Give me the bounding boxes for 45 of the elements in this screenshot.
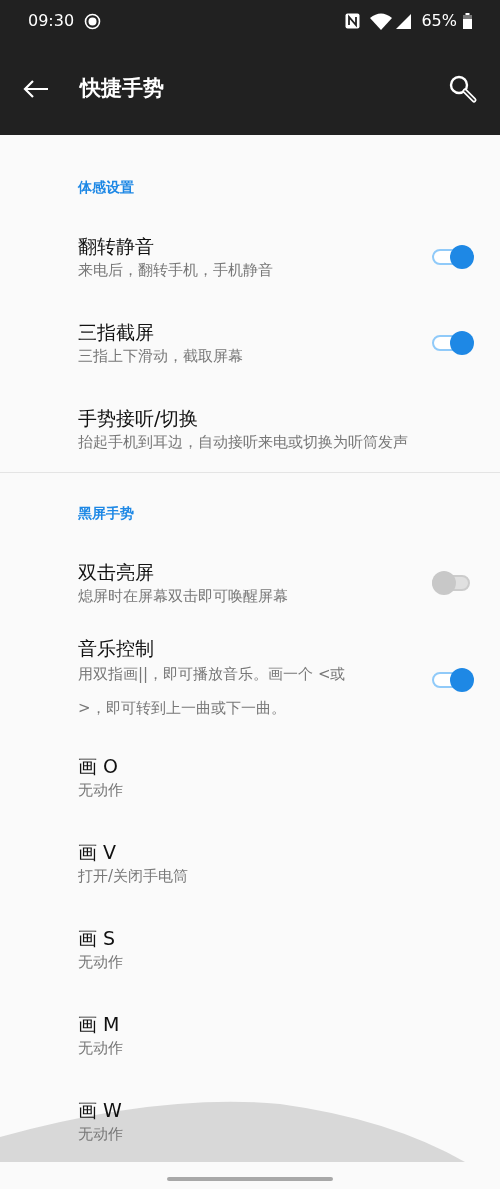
battery-percent: 65% bbox=[421, 10, 457, 32]
settings-row[interactable]: 手势接听/切换 抬起手机到耳边，自动接听来电或切换为听筒发声 bbox=[0, 386, 500, 472]
settings-row[interactable]: 三指截屏 三指上下滑动，截取屏幕 bbox=[0, 300, 500, 386]
setting-title: 画 M bbox=[78, 1012, 121, 1037]
settings-row[interactable]: 画 O 无动作 bbox=[0, 734, 500, 820]
settings-row[interactable]: 画 W 无动作 bbox=[0, 1078, 500, 1164]
setting-description: 打开/关闭手电筒 bbox=[78, 866, 190, 887]
setting-title: 画 O bbox=[78, 754, 119, 779]
settings-row[interactable]: 画 V 打开/关闭手电筒 bbox=[0, 820, 500, 906]
setting-description: 无动作 bbox=[78, 780, 124, 801]
setting-description: 抬起手机到耳边，自动接听来电或切换为听筒发声 bbox=[78, 432, 409, 453]
setting-description: 熄屏时在屏幕双击即可唤醒屏幕 bbox=[78, 586, 289, 607]
setting-title: 手势接听/切换 bbox=[78, 406, 200, 431]
toggle-switch[interactable] bbox=[432, 244, 474, 270]
setting-description: 无动作 bbox=[78, 952, 124, 973]
settings-row[interactable]: 音乐控制 用双指画||，即可播放音乐。画一个 <或 >，即可转到上一曲或下一曲。 bbox=[0, 626, 500, 734]
screen-title: 快捷手势 bbox=[80, 74, 164, 102]
wifi-icon bbox=[370, 12, 393, 30]
settings-row[interactable]: 双击亮屏 熄屏时在屏幕双击即可唤醒屏幕 bbox=[0, 540, 500, 626]
setting-description: 来电后，翻转手机，手机静音 bbox=[78, 260, 274, 281]
section-header: 黑屏手势 bbox=[77, 504, 135, 523]
toggle-switch[interactable] bbox=[432, 667, 474, 693]
back-arrow-icon[interactable] bbox=[22, 78, 50, 99]
search-icon[interactable] bbox=[448, 73, 478, 104]
setting-description: 无动作 bbox=[78, 1038, 124, 1059]
battery-icon bbox=[463, 13, 472, 29]
setting-description: 用双指画||，即可播放音乐。画一个 <或 >，即可转到上一曲或下一曲。 bbox=[78, 664, 347, 719]
status-time: 09:30 bbox=[28, 10, 75, 32]
section-header: 体感设置 bbox=[77, 178, 135, 197]
setting-title: 画 W bbox=[78, 1098, 123, 1123]
setting-description: 无动作 bbox=[78, 1124, 124, 1145]
nfc-icon bbox=[345, 13, 361, 29]
toggle-switch[interactable] bbox=[432, 330, 474, 356]
setting-title: 翻转静音 bbox=[78, 234, 155, 259]
settings-row[interactable]: 翻转静音 来电后，翻转手机，手机静音 bbox=[0, 214, 500, 300]
setting-title: 画 S bbox=[78, 926, 117, 951]
signal-icon bbox=[396, 13, 412, 29]
setting-description: 三指上下滑动，截取屏幕 bbox=[78, 346, 244, 367]
setting-title: 画 V bbox=[78, 840, 118, 865]
setting-title: 音乐控制 bbox=[78, 636, 155, 661]
record-icon bbox=[84, 12, 102, 30]
settings-row[interactable]: 画 S 无动作 bbox=[0, 906, 500, 992]
setting-title: 双击亮屏 bbox=[78, 560, 155, 585]
settings-row[interactable]: 画 M 无动作 bbox=[0, 992, 500, 1078]
setting-title: 三指截屏 bbox=[78, 320, 155, 345]
